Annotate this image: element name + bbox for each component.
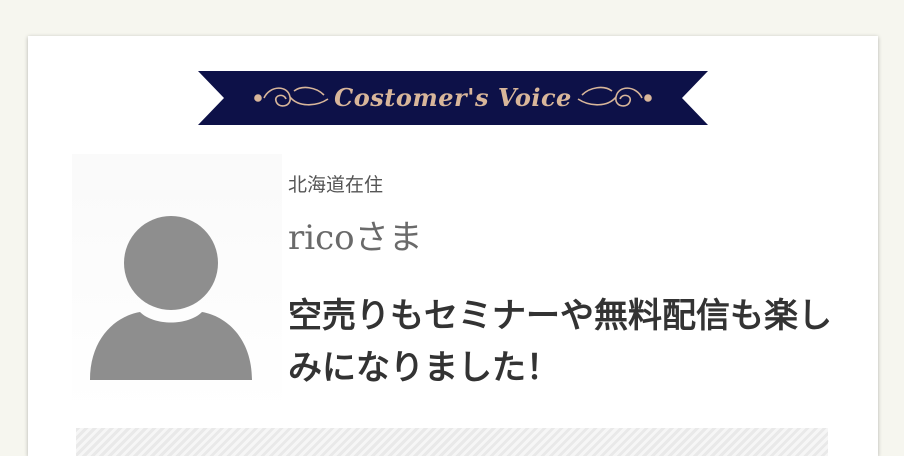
striped-divider (76, 428, 828, 456)
user-silhouette-icon (90, 216, 252, 380)
customer-name: ricoさま (288, 218, 423, 258)
section-title: Costomer's Voice (334, 83, 572, 112)
avatar (90, 216, 252, 380)
testimonial-headline: 空売りもセミナーや無料配信も楽しみになりました！ (288, 296, 832, 388)
customer-location: 北海道在住 (288, 174, 384, 196)
testimonial-card: Costomer's Voice 北海道在住 ricoさま 空売りもセミナーや無… (28, 36, 878, 456)
section-ribbon: Costomer's Voice (198, 71, 708, 125)
